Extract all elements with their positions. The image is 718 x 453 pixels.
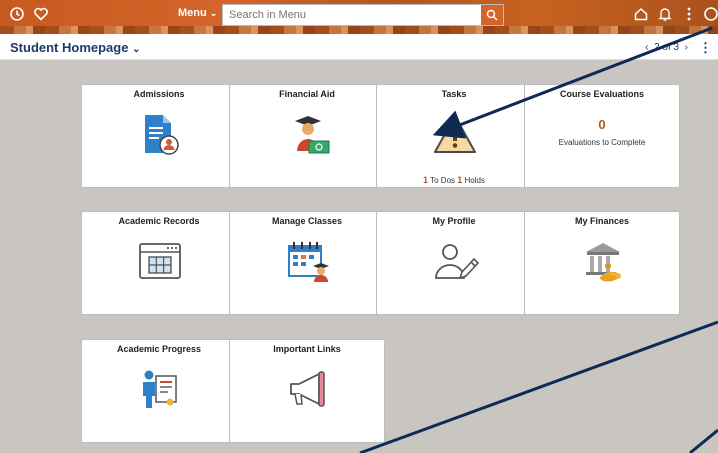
search-icon[interactable]: [481, 5, 503, 25]
page-title-dropdown[interactable]: Student Homepage ⌄: [10, 40, 140, 55]
tile-title: Important Links: [273, 344, 341, 354]
heart-icon[interactable]: [32, 6, 50, 24]
evaluations-count: 0: [598, 117, 606, 132]
admissions-document-icon: [145, 115, 179, 155]
tile-academic-progress[interactable]: Academic Progress: [81, 339, 237, 443]
tile-title: Academic Records: [118, 216, 200, 226]
page-header: Student Homepage ⌄ ‹ 2 of 3 › ⋮: [0, 34, 718, 60]
actions-menu-icon[interactable]: [680, 6, 698, 24]
chevron-down-icon: ⌄: [132, 44, 141, 55]
tile-my-profile[interactable]: My Profile: [376, 211, 532, 315]
tile-title: Admissions: [133, 89, 185, 99]
holds-count: 1: [457, 175, 463, 185]
tile-my-finances[interactable]: My Finances: [524, 211, 680, 315]
chevron-left-icon[interactable]: ‹: [645, 42, 648, 53]
profile-edit-icon: [435, 244, 480, 280]
tile-manage-classes[interactable]: Manage Classes: [229, 211, 385, 315]
tile-title: My Finances: [574, 216, 630, 226]
clock-icon[interactable]: [8, 6, 26, 24]
tile-important-links[interactable]: Important Links: [229, 339, 385, 443]
browser-grid-icon: [139, 243, 181, 279]
tile-title: Course Evaluations: [559, 89, 645, 99]
bank-coins-icon: [586, 243, 621, 282]
chevron-down-icon: ⌄: [209, 8, 218, 18]
arrow-line-lower: [359, 320, 718, 453]
warning-icon: [434, 115, 476, 153]
graduate-money-icon: [295, 116, 330, 154]
search-box: [222, 4, 504, 26]
tile-title: Academic Progress: [116, 344, 202, 354]
student-report-icon: [143, 370, 177, 408]
menu-button[interactable]: Menu ⌄: [178, 7, 217, 19]
evaluations-label: Evaluations to Complete: [558, 138, 646, 147]
pager-label: 2 of 3: [654, 42, 680, 53]
todo-label: To Dos: [430, 176, 456, 185]
tile-academic-records[interactable]: Academic Records: [81, 211, 237, 315]
home-icon[interactable]: [632, 6, 650, 24]
holds-label: Holds: [464, 176, 485, 185]
more-options-icon[interactable]: ⋮: [699, 40, 712, 56]
top-bar: Menu ⌄: [0, 0, 718, 34]
navbar-icon[interactable]: [702, 6, 718, 24]
megaphone-icon: [290, 371, 325, 407]
tile-title: Tasks: [441, 89, 467, 99]
chevron-right-icon[interactable]: ›: [685, 42, 688, 53]
banner-texture: [0, 26, 718, 34]
pager: ‹ 2 of 3 ›: [645, 42, 688, 53]
tile-title: My Profile: [432, 216, 476, 226]
tile-title: Financial Aid: [279, 89, 335, 99]
tile-title: Manage Classes: [271, 216, 343, 226]
menu-label: Menu: [178, 7, 207, 19]
tile-course-evaluations[interactable]: Course Evaluations 0 Evaluations to Comp…: [524, 84, 680, 188]
tile-admissions[interactable]: Admissions: [81, 84, 237, 188]
arrow-line-corner: [689, 428, 718, 453]
todo-count: 1: [423, 175, 429, 185]
tile-tasks[interactable]: Tasks 1 To Dos 1 Holds: [376, 84, 532, 188]
tile-financial-aid[interactable]: Financial Aid: [229, 84, 385, 188]
page-title: Student Homepage: [10, 40, 129, 55]
search-input[interactable]: [223, 5, 473, 25]
tasks-summary: 1 To Dos 1 Holds: [377, 175, 531, 185]
calendar-student-icon: [288, 242, 329, 282]
bell-icon[interactable]: [656, 6, 674, 24]
